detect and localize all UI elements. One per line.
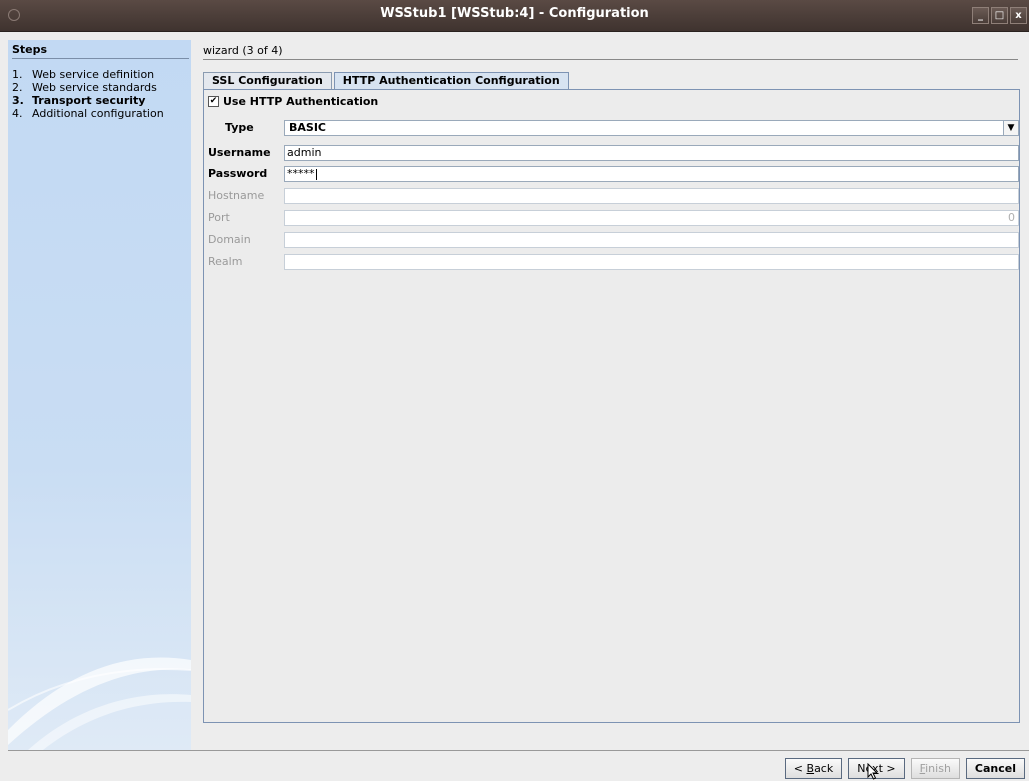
bottom-divider xyxy=(8,750,1029,751)
realm-row: Realm xyxy=(208,254,1019,270)
tab-ssl-configuration[interactable]: SSL Configuration xyxy=(203,72,332,90)
step-item: 4. Additional configuration xyxy=(12,107,164,120)
chevron-down-icon[interactable]: ▼ xyxy=(1003,121,1018,135)
username-value: admin xyxy=(287,146,322,159)
step-label: Additional configuration xyxy=(32,107,164,120)
username-label: Username xyxy=(208,146,271,159)
port-row: Port 0 xyxy=(208,210,1019,226)
title-bar: WSStub1 [WSStub:4] - Configuration _ □ x xyxy=(0,0,1029,32)
port-value: 0 xyxy=(1008,211,1015,224)
step-label: Web service standards xyxy=(32,81,157,94)
window-title: WSStub1 [WSStub:4] - Configuration xyxy=(380,6,649,21)
domain-label: Domain xyxy=(208,233,251,246)
step-item: 1. Web service definition xyxy=(12,68,155,81)
cancel-button[interactable]: Cancel xyxy=(965,758,1025,779)
use-http-auth-checkbox[interactable]: ✔ xyxy=(208,96,219,107)
hostname-input[interactable] xyxy=(284,188,1019,204)
hostname-label: Hostname xyxy=(208,189,265,202)
finish-button[interactable]: Finish xyxy=(910,758,960,779)
minimize-button[interactable]: _ xyxy=(972,7,989,24)
tab-bar: SSL Configuration HTTP Authentication Co… xyxy=(203,72,571,90)
step-item-active: 3. Transport security xyxy=(12,94,146,107)
steps-title: Steps xyxy=(12,43,48,56)
hostname-row: Hostname xyxy=(208,188,1019,204)
port-input[interactable]: 0 xyxy=(284,210,1019,226)
password-row: Password ***** xyxy=(208,166,1019,182)
password-value: ***** xyxy=(287,167,315,180)
username-row: Username admin xyxy=(208,145,1019,161)
maximize-button[interactable]: □ xyxy=(991,7,1008,24)
wizard-divider xyxy=(203,59,1018,60)
step-item: 2. Web service standards xyxy=(12,81,157,94)
type-select[interactable]: BASIC ▼ xyxy=(284,120,1019,136)
window-controls: _ □ x xyxy=(972,7,1027,24)
password-input[interactable]: ***** xyxy=(284,166,1019,182)
domain-row: Domain xyxy=(208,232,1019,248)
back-button[interactable]: < Back xyxy=(784,758,843,779)
tab-http-authentication[interactable]: HTTP Authentication Configuration xyxy=(333,72,569,90)
port-label: Port xyxy=(208,211,230,224)
step-label: Web service definition xyxy=(32,68,155,81)
steps-divider xyxy=(12,58,189,59)
tab-panel: ✔ Use HTTP Authentication Type BASIC ▼ U… xyxy=(203,89,1020,723)
button-bar: < Back Next > Finish Cancel xyxy=(784,758,1025,779)
text-caret xyxy=(315,168,317,180)
steps-panel: Steps 1. Web service definition 2. Web ser… xyxy=(8,40,191,750)
use-http-auth-label: Use HTTP Authentication xyxy=(223,95,379,108)
domain-input[interactable] xyxy=(284,232,1019,248)
type-row: Type BASIC ▼ xyxy=(208,120,1019,136)
type-value: BASIC xyxy=(289,121,326,134)
close-button[interactable]: x xyxy=(1010,7,1027,24)
realm-input[interactable] xyxy=(284,254,1019,270)
wizard-header: wizard (3 of 4) xyxy=(203,44,283,57)
steps-list: 1. Web service definition 2. Web service s… xyxy=(12,68,164,120)
step-label: Transport security xyxy=(32,94,146,107)
mouse-pointer-icon xyxy=(867,763,879,780)
password-label: Password xyxy=(208,167,268,180)
use-http-auth-row[interactable]: ✔ Use HTTP Authentication xyxy=(208,95,378,108)
realm-label: Realm xyxy=(208,255,243,268)
decorative-swoosh xyxy=(8,657,191,750)
username-input[interactable]: admin xyxy=(284,145,1019,161)
